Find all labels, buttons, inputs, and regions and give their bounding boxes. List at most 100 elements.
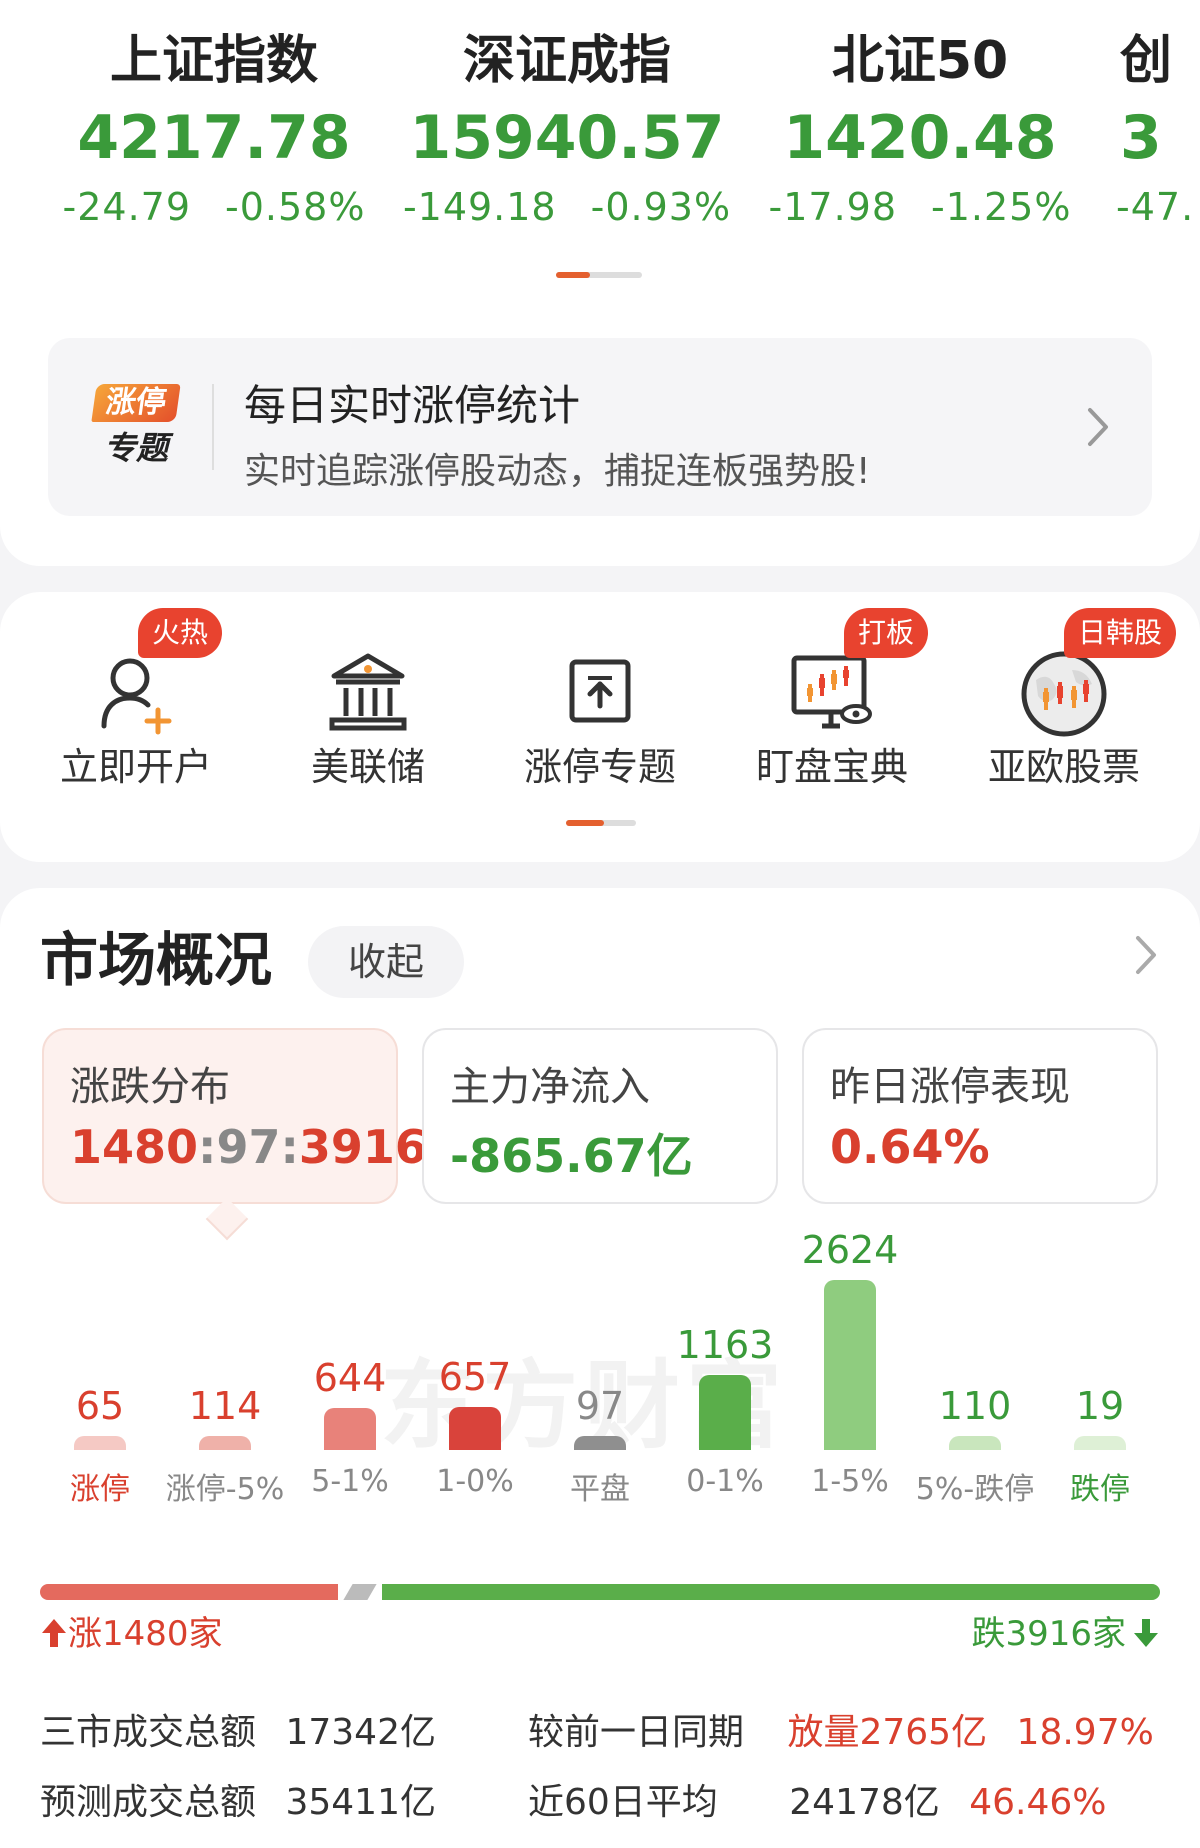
shortcut-asia-europe[interactable]: 日韩股 亚欧股票: [948, 592, 1180, 802]
market-overview-card: 市场概况 收起 涨跌分布 1480:97:3916 主力净流入 -865.67亿…: [0, 888, 1200, 1848]
bar: [574, 1436, 626, 1450]
summary-value: 35411亿: [285, 1782, 436, 1823]
index-item-chinext[interactable]: 创 3 -47.: [1116, 26, 1200, 226]
bar-group: 644 5-1%: [290, 1218, 410, 1499]
bar: [699, 1375, 751, 1450]
section-title: 市场概况: [40, 926, 273, 994]
bar-value-label: 110: [938, 1384, 1012, 1428]
bar-value-label: 97: [575, 1384, 625, 1428]
arrow-up-icon: [42, 1619, 66, 1647]
arrow-down-icon: [1134, 1619, 1158, 1647]
shortcut-monitor[interactable]: 打板 盯盘宝典: [716, 592, 948, 802]
bank-icon: [329, 653, 407, 731]
stat-main-inflow-tab[interactable]: 主力净流入 -865.67亿: [422, 1028, 778, 1204]
shortcut-label: 盯盘宝典: [755, 745, 908, 789]
shortcut-limit-up[interactable]: 涨停专题: [484, 592, 716, 802]
index-item-szse[interactable]: 深证成指 15940.57 -149.18 -0.93%: [397, 26, 737, 226]
ratio-rise-segment: [40, 1584, 338, 1600]
logo-bottom-text: 专题: [103, 429, 168, 467]
index-value: 1420.48: [783, 103, 1057, 173]
shortcut-pager: [566, 820, 636, 826]
summary-total: 三市成交总额 17342亿: [40, 1708, 436, 1758]
bar: [74, 1436, 126, 1450]
index-name: 深证成指: [462, 31, 671, 91]
pager-active-dot: [556, 272, 590, 278]
stat-label: 昨日涨停表现: [830, 1064, 1070, 1110]
index-item-bse50[interactable]: 北证50 1420.48 -17.98 -1.25%: [750, 26, 1090, 226]
chevron-right-icon: [1088, 408, 1108, 446]
index-item-sse[interactable]: 上证指数 4217.78 -24.79 -0.58%: [44, 26, 384, 226]
fall-count: 3916: [298, 1120, 427, 1174]
chevron-right-icon[interactable]: [1132, 932, 1160, 978]
shortcut-fed[interactable]: 美联储: [252, 592, 484, 802]
summary-label: 预测成交总额: [40, 1782, 257, 1823]
ratio-fall-segment: [382, 1584, 1160, 1600]
bar-group: 110 5%-跌停: [915, 1218, 1035, 1507]
summary-value: 17342亿: [285, 1712, 436, 1753]
shortcut-label: 立即开户: [59, 745, 212, 789]
index-name: 创: [1120, 31, 1173, 91]
stat-label: 涨跌分布: [70, 1064, 230, 1110]
shortcut-open-account[interactable]: 火热 立即开户: [20, 592, 252, 802]
limit-up-logo: 涨停 专题: [88, 384, 181, 470]
summary-label: 近60日平均: [528, 1782, 718, 1823]
bar-group: 1163 0-1%: [665, 1218, 785, 1499]
carousel-pager: [556, 272, 642, 278]
index-carousel[interactable]: 上证指数 4217.78 -24.79 -0.58% 深证成指 15940.57 …: [0, 26, 1200, 226]
limit-board-badge: 打板: [844, 608, 929, 658]
stat-yesterday-limit-tab[interactable]: 昨日涨停表现 0.64%: [802, 1028, 1158, 1204]
bar-value-label: 644: [313, 1356, 387, 1400]
bar-group: 19 跌停: [1040, 1218, 1160, 1507]
bar-value-label: 657: [438, 1355, 512, 1399]
collapse-button[interactable]: 收起: [308, 926, 464, 998]
bar-group: 2624 1-5%: [790, 1218, 910, 1499]
fall-legend-text: 跌3916家: [971, 1614, 1126, 1654]
index-value: 4217.78: [77, 103, 351, 173]
index-change: -149.18: [402, 185, 557, 226]
hot-badge: 火热: [138, 608, 223, 658]
bar-value-label: 2624: [801, 1228, 899, 1272]
banner-divider: [212, 384, 214, 470]
bar-group: 114 涨停-5%: [165, 1218, 285, 1507]
index-name: 上证指数: [109, 31, 318, 91]
banner-title: 每日实时涨停统计: [244, 381, 581, 430]
bar: [1074, 1436, 1126, 1450]
banner-subtitle: 实时追踪涨停股动态，捕捉连板强势股!: [244, 451, 871, 492]
summary-compare: 较前一日同期 放量2765亿 18.97%: [528, 1708, 1154, 1758]
jk-stock-badge: 日韩股: [1064, 608, 1177, 658]
summary-value: 放量2765亿: [787, 1712, 988, 1753]
bar: [949, 1436, 1001, 1450]
bar: [449, 1407, 501, 1450]
bar-group: 657 1-0%: [415, 1218, 535, 1499]
summary-label: 三市成交总额: [40, 1712, 257, 1753]
index-change: -24.79: [62, 185, 192, 226]
summary-pct: 18.97%: [1016, 1712, 1154, 1753]
summary-label: 较前一日同期: [528, 1712, 745, 1753]
index-value: 15940.57: [409, 103, 725, 173]
index-name: 北证50: [831, 31, 1009, 91]
index-card: 上证指数 4217.78 -24.79 -0.58% 深证成指 15940.57 …: [0, 0, 1200, 566]
shortcut-label: 美联储: [310, 745, 425, 789]
rise-fall-distribution-chart: 65 涨停 114 涨停-5% 644 5-1% 657 1-0% 97 平盘 1163 0-1% 26…: [0, 1218, 1200, 1507]
stat-value: 1480:97:3916: [70, 1120, 427, 1174]
stat-value: 0.64%: [830, 1120, 990, 1174]
index-change-pct: -0.58%: [225, 185, 366, 226]
fall-legend: 跌3916家: [971, 1610, 1160, 1658]
shortcut-label: 涨停专题: [523, 745, 676, 789]
index-value: 3: [1120, 103, 1162, 173]
stat-rise-fall-tab[interactable]: 涨跌分布 1480:97:3916: [42, 1028, 427, 1241]
bar-category-label: 跌停: [1070, 1472, 1130, 1507]
summary-pct: 46.46%: [969, 1782, 1107, 1823]
index-change-pct: -0.93%: [590, 185, 732, 226]
summary-avg: 近60日平均 24178亿 46.46%: [528, 1778, 1107, 1828]
logo-top-text: 涨停: [91, 384, 181, 422]
bar-value-label: 19: [1075, 1384, 1125, 1428]
limit-up-icon: [569, 659, 631, 723]
bar-value-label: 65: [75, 1384, 125, 1428]
index-change: -47.: [1116, 185, 1195, 226]
bar: [199, 1436, 251, 1450]
summary-forecast: 预测成交总额 35411亿: [40, 1778, 436, 1828]
bar-value-label: 114: [188, 1384, 262, 1428]
limit-up-banner[interactable]: 涨停 专题 每日实时涨停统计 实时追踪涨停股动态，捕捉连板强势股!: [48, 338, 1152, 516]
bar-group: 97 平盘: [540, 1218, 660, 1507]
